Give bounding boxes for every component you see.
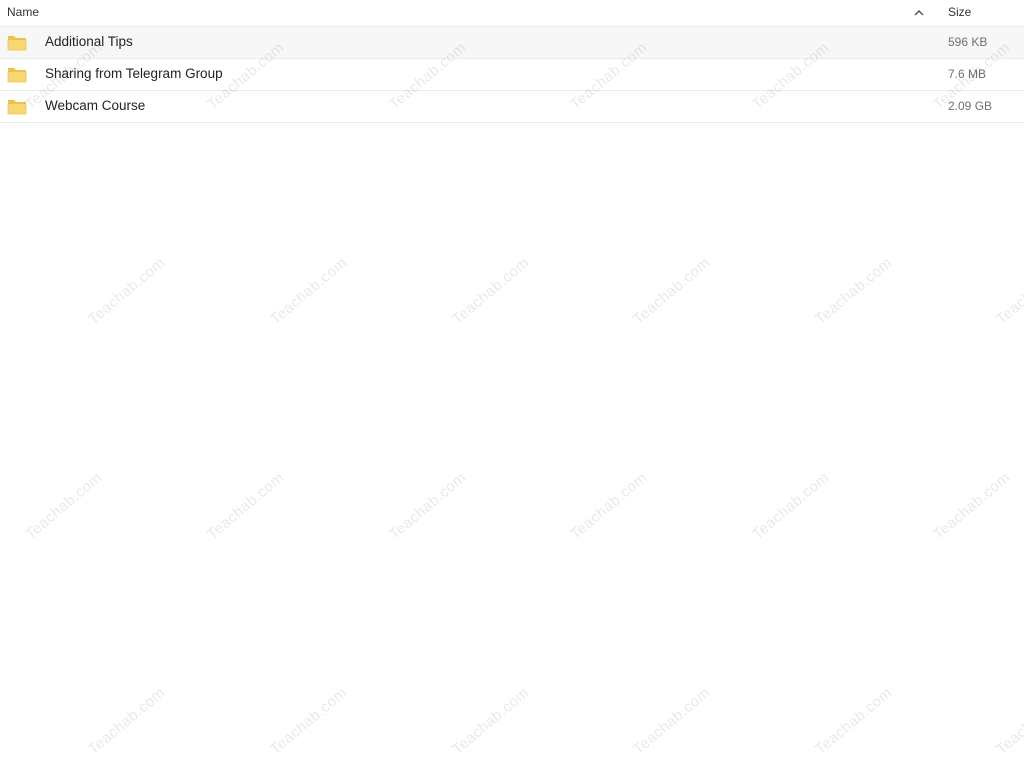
folder-icon <box>7 66 27 83</box>
watermark-text: Teachab.com <box>993 254 1024 329</box>
name-column-header[interactable]: Name <box>7 5 39 19</box>
chevron-up-icon[interactable] <box>910 2 928 22</box>
file-name[interactable]: Webcam Course <box>45 98 145 113</box>
watermark-text: Teachab.com <box>449 254 533 329</box>
watermark-text: Teachab.com <box>630 254 714 329</box>
watermark-text: Teachab.com <box>85 684 169 759</box>
file-row-sharing-from-telegram-group[interactable]: Sharing from Telegram Group 7.6 MB <box>0 59 1024 91</box>
watermark-text: Teachab.com <box>812 254 896 329</box>
watermark-text: Teachab.com <box>930 469 1014 544</box>
file-name[interactable]: Additional Tips <box>45 34 133 49</box>
watermark-text: Teachab.com <box>267 254 351 329</box>
file-row-additional-tips[interactable]: Additional Tips 596 KB <box>0 27 1024 59</box>
watermark-text: Teachab.com <box>567 469 651 544</box>
watermark-text: Teachab.com <box>993 684 1024 759</box>
watermark-text: Teachab.com <box>85 254 169 329</box>
file-list: Name Size Additional Tips 596 KB Sharing… <box>0 0 1024 123</box>
watermark-text: Teachab.com <box>386 469 470 544</box>
folder-icon <box>7 98 27 115</box>
watermark-text: Teachab.com <box>449 684 533 759</box>
file-size: 2.09 GB <box>948 99 993 113</box>
file-row-webcam-course[interactable]: Webcam Course 2.09 GB <box>0 91 1024 123</box>
file-list-header: Name Size <box>0 0 1024 27</box>
file-browser: Name Size Additional Tips 596 KB Sharing… <box>0 0 1024 768</box>
file-size: 7.6 MB <box>948 67 987 81</box>
file-name[interactable]: Sharing from Telegram Group <box>45 66 223 81</box>
watermark-text: Teachab.com <box>812 684 896 759</box>
watermark-text: Teachab.com <box>22 469 106 544</box>
folder-icon <box>7 34 27 51</box>
size-column-header[interactable]: Size <box>948 5 971 19</box>
watermark-text: Teachab.com <box>204 469 288 544</box>
watermark-text: Teachab.com <box>749 469 833 544</box>
watermark-text: Teachab.com <box>630 684 714 759</box>
watermark-text: Teachab.com <box>267 684 351 759</box>
file-size: 596 KB <box>948 35 988 49</box>
